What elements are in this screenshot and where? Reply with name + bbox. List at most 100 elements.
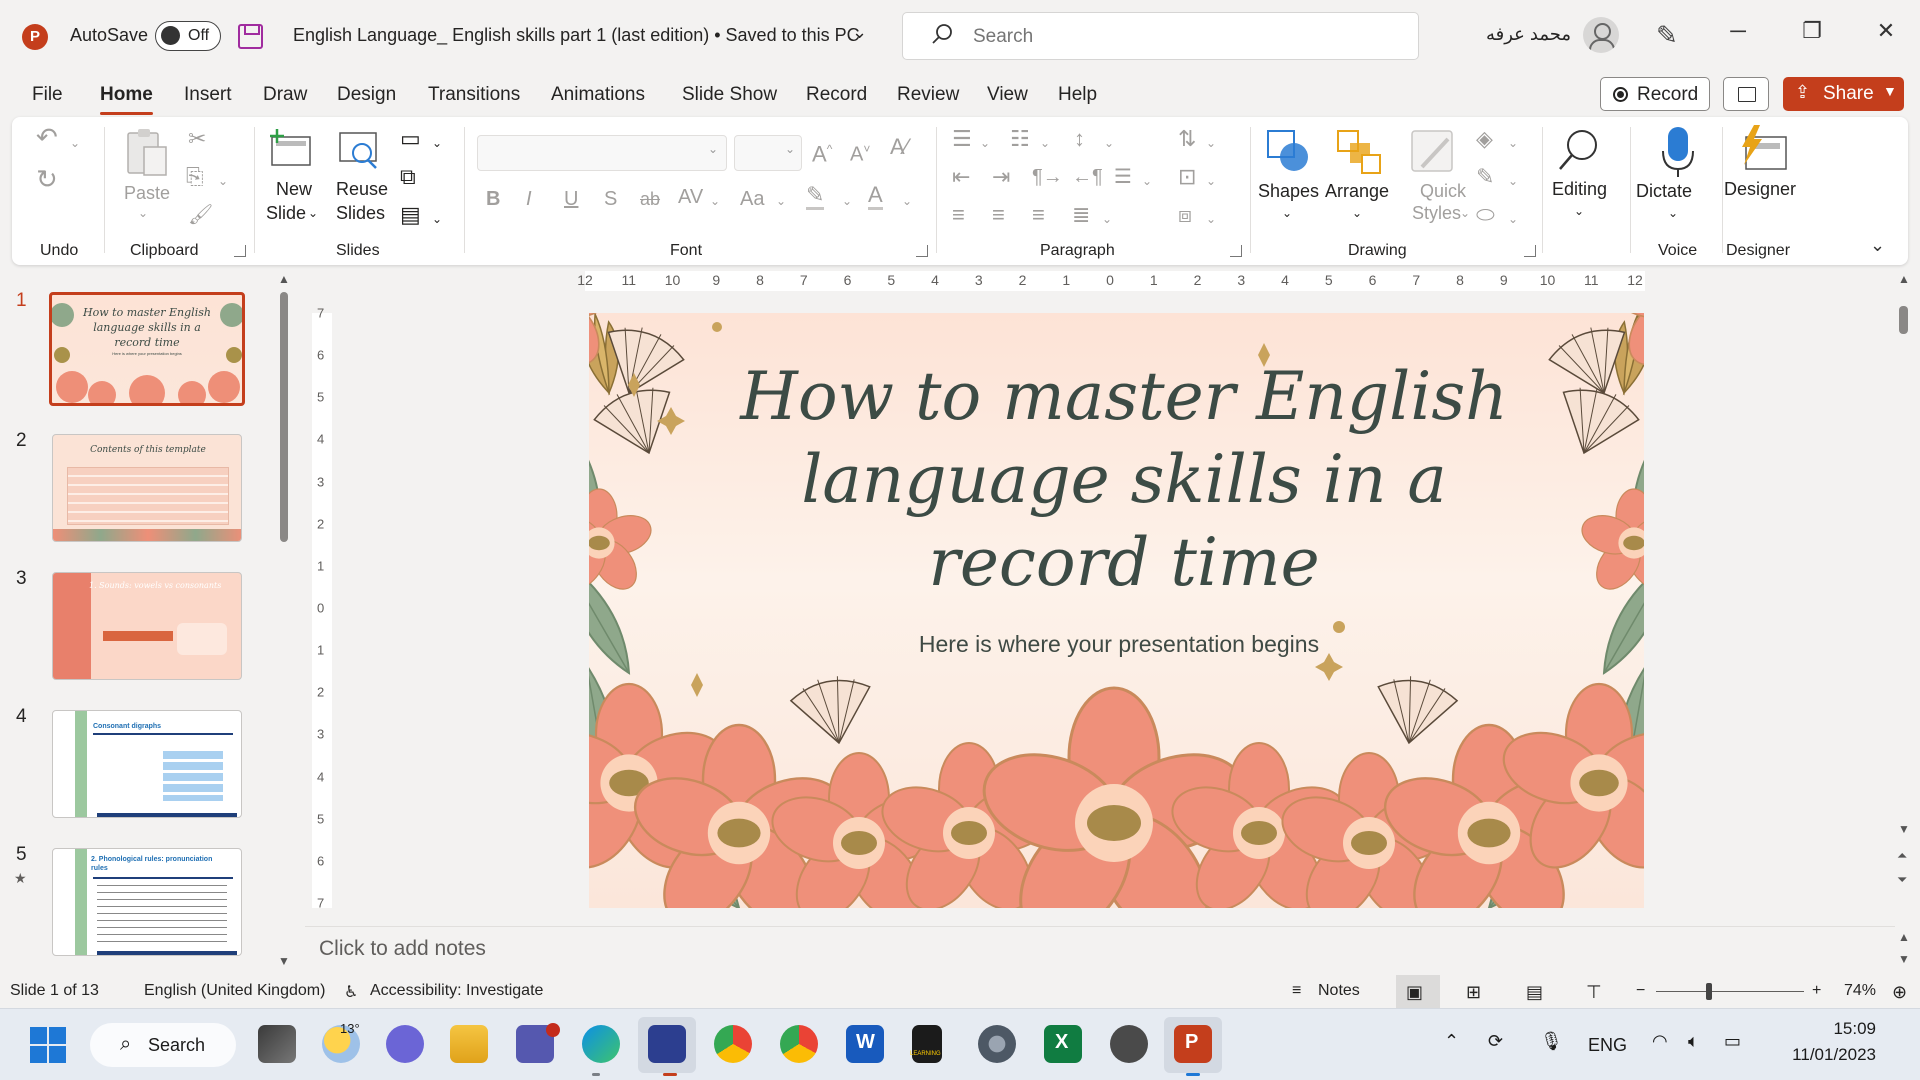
thumbnail-scrollbar[interactable]: ▲ ▼ bbox=[278, 272, 292, 972]
clock-time[interactable]: 15:09 bbox=[1796, 1019, 1876, 1039]
microphone-icon[interactable] bbox=[1660, 125, 1696, 179]
chevron-down-icon[interactable]: ⌄ bbox=[1282, 201, 1292, 225]
arrange-label[interactable]: Arrange bbox=[1325, 179, 1389, 203]
cut-icon[interactable]: ✂ bbox=[188, 127, 206, 151]
chevron-down-icon[interactable]: ⌄ bbox=[902, 189, 912, 213]
chrome-profile-icon[interactable] bbox=[780, 1025, 818, 1063]
chevron-down-icon[interactable]: ⌄ bbox=[1508, 131, 1518, 155]
dialog-launcher-icon[interactable] bbox=[916, 245, 928, 257]
slide-scrollbar[interactable]: ▲ ▼ ⏶ ⏷ ▲ ▼ bbox=[1894, 270, 1916, 970]
excel-icon[interactable]: X bbox=[1044, 1025, 1082, 1063]
chevron-down-icon[interactable]: ⌄ bbox=[1206, 207, 1216, 231]
tab-insert[interactable]: Insert bbox=[184, 84, 232, 106]
align-center-icon[interactable]: ≡ bbox=[992, 203, 1005, 227]
volume-icon[interactable]: 🔈︎ bbox=[1688, 1031, 1699, 1052]
word-icon[interactable]: W bbox=[846, 1025, 884, 1063]
chevron-down-icon[interactable]: ⌄ bbox=[1142, 169, 1152, 193]
shape-fill-icon[interactable]: ◈ bbox=[1476, 127, 1493, 151]
record-button[interactable]: Record bbox=[1600, 77, 1710, 111]
restore-icon[interactable]: ❐ bbox=[1792, 18, 1832, 44]
clock-date[interactable]: 11/01/2023 bbox=[1770, 1045, 1876, 1065]
change-case-button[interactable]: Aa bbox=[740, 187, 764, 211]
justify-icon[interactable]: ≣ bbox=[1072, 203, 1090, 227]
tab-draw[interactable]: Draw bbox=[263, 84, 307, 106]
windows-start-icon[interactable] bbox=[30, 1027, 66, 1063]
pen-icon[interactable]: ✎ bbox=[1656, 20, 1678, 51]
shapes-icon[interactable] bbox=[1264, 127, 1314, 177]
scroll-down-icon[interactable]: ▼ bbox=[1898, 952, 1910, 966]
slide-thumbnail-2[interactable]: Contents of this template bbox=[52, 434, 242, 542]
vertical-ruler[interactable]: 7 6 5 4 3 2 1 0 1 2 3 4 5 6 7 bbox=[312, 306, 332, 911]
chevron-down-icon[interactable]: ⌄ bbox=[1870, 235, 1885, 256]
shadow-button[interactable]: S bbox=[604, 187, 617, 211]
powerpoint-icon[interactable]: P bbox=[1174, 1025, 1212, 1063]
fit-to-window-icon[interactable]: ⊕ bbox=[1892, 982, 1907, 1003]
quick-styles-icon[interactable] bbox=[1408, 127, 1458, 177]
reuse-slides-label-2[interactable]: Slides bbox=[336, 201, 385, 225]
microphone-icon[interactable]: 🎙︎ bbox=[1540, 1031, 1563, 1052]
chevron-down-icon[interactable]: ⌄ bbox=[432, 131, 442, 155]
editing-search-icon[interactable] bbox=[1554, 125, 1604, 175]
italic-button[interactable]: I bbox=[526, 187, 532, 211]
increase-indent-icon[interactable]: ⇥ bbox=[992, 165, 1010, 189]
sync-icon[interactable]: ⟳ bbox=[1488, 1031, 1503, 1052]
scroll-down-icon[interactable]: ▼ bbox=[1898, 822, 1910, 836]
slide-subtitle[interactable]: Here is where your presentation begins bbox=[789, 631, 1449, 658]
reuse-slides-label-1[interactable]: Reuse bbox=[336, 177, 388, 201]
scroll-up-icon[interactable]: ▲ bbox=[1898, 930, 1910, 944]
quick-styles-label-2[interactable]: Styles bbox=[1412, 201, 1461, 225]
slide-canvas[interactable]: How to master English language skills in… bbox=[589, 313, 1644, 908]
chevron-down-icon[interactable]: ⌄ bbox=[1104, 131, 1114, 155]
clear-formatting-icon[interactable]: A⁄ bbox=[890, 135, 908, 159]
minimize-icon[interactable]: ─ bbox=[1718, 18, 1758, 44]
strikethrough-button[interactable]: ab bbox=[640, 187, 660, 211]
new-slide-label-2[interactable]: Slide bbox=[266, 201, 306, 225]
zoom-slider-thumb[interactable] bbox=[1706, 983, 1712, 1000]
zoom-in-icon[interactable]: + bbox=[1812, 982, 1821, 1000]
chevron-down-icon[interactable]: ⌄ bbox=[710, 189, 720, 213]
scrollbar-thumb[interactable] bbox=[1899, 306, 1908, 334]
search-box[interactable] bbox=[902, 12, 1419, 60]
comments-button[interactable] bbox=[1723, 77, 1769, 111]
chevron-down-icon[interactable]: ⌄ bbox=[842, 189, 852, 213]
edge-icon[interactable] bbox=[582, 1025, 620, 1063]
highlight-icon[interactable]: ✎ bbox=[806, 183, 825, 210]
shape-outline-icon[interactable]: ✎ bbox=[1476, 165, 1494, 189]
previous-slide-icon[interactable]: ⏶ bbox=[1897, 848, 1907, 864]
chat-icon[interactable] bbox=[386, 1025, 424, 1063]
language-indicator[interactable]: English (United Kingdom) bbox=[144, 982, 325, 1000]
scroll-down-icon[interactable]: ▼ bbox=[278, 954, 290, 968]
tab-design[interactable]: Design bbox=[337, 84, 396, 106]
slideshow-icon[interactable]: ⊤ bbox=[1586, 982, 1602, 1003]
zoom-slider[interactable] bbox=[1656, 991, 1804, 992]
font-name-input[interactable]: ⌄ bbox=[477, 135, 727, 171]
autosave-toggle[interactable]: Off bbox=[155, 21, 221, 51]
reading-view-icon[interactable]: ▤ bbox=[1526, 982, 1543, 1003]
copy-icon[interactable]: ⎘ bbox=[186, 165, 204, 189]
accessibility-status[interactable]: Accessibility: Investigate bbox=[370, 982, 543, 1000]
dialog-launcher-icon[interactable] bbox=[1230, 245, 1242, 257]
document-title[interactable]: English Language_ English skills part 1 … bbox=[293, 25, 860, 46]
chevron-down-icon[interactable]: ⌄ bbox=[432, 207, 442, 231]
align-right-icon[interactable]: ≡ bbox=[1032, 203, 1045, 227]
columns-icon[interactable]: ☰ bbox=[1114, 165, 1132, 189]
chevron-down-icon[interactable]: ⌄ bbox=[1508, 207, 1518, 231]
settings-gear-icon[interactable] bbox=[978, 1025, 1016, 1063]
numbering-icon[interactable]: ☷ bbox=[1010, 127, 1030, 151]
slide-thumbnail-4[interactable]: Consonant digraphs bbox=[52, 710, 242, 818]
chrome-icon[interactable] bbox=[714, 1025, 752, 1063]
slide-thumbnail-5[interactable]: 2. Phonological rules: pronunciation rul… bbox=[52, 848, 242, 956]
chevron-down-icon[interactable]: ⌄ bbox=[308, 201, 318, 225]
chevron-down-icon[interactable]: ⌄ bbox=[1206, 169, 1216, 193]
layout-icon[interactable]: ▭ bbox=[400, 127, 421, 151]
horizontal-ruler[interactable]: 12 11 10 9 8 7 6 5 4 3 2 1 0 1 2 3 4 5 6 7 8 9 10 11 12 bbox=[577, 271, 1645, 291]
decrease-font-icon[interactable]: A˅ bbox=[850, 137, 870, 167]
undo-icon[interactable]: ↶ bbox=[36, 124, 58, 150]
bold-button[interactable]: B bbox=[486, 187, 500, 211]
slide-title[interactable]: How to master English language skills in… bbox=[699, 355, 1549, 604]
reset-icon[interactable]: ⧉ bbox=[400, 165, 416, 189]
chevron-down-icon[interactable]: ⌄ bbox=[1102, 207, 1112, 231]
shapes-label[interactable]: Shapes bbox=[1258, 179, 1319, 203]
redo-icon[interactable]: ↻ bbox=[36, 166, 58, 192]
notes-pane[interactable]: Click to add notes bbox=[305, 926, 1895, 970]
